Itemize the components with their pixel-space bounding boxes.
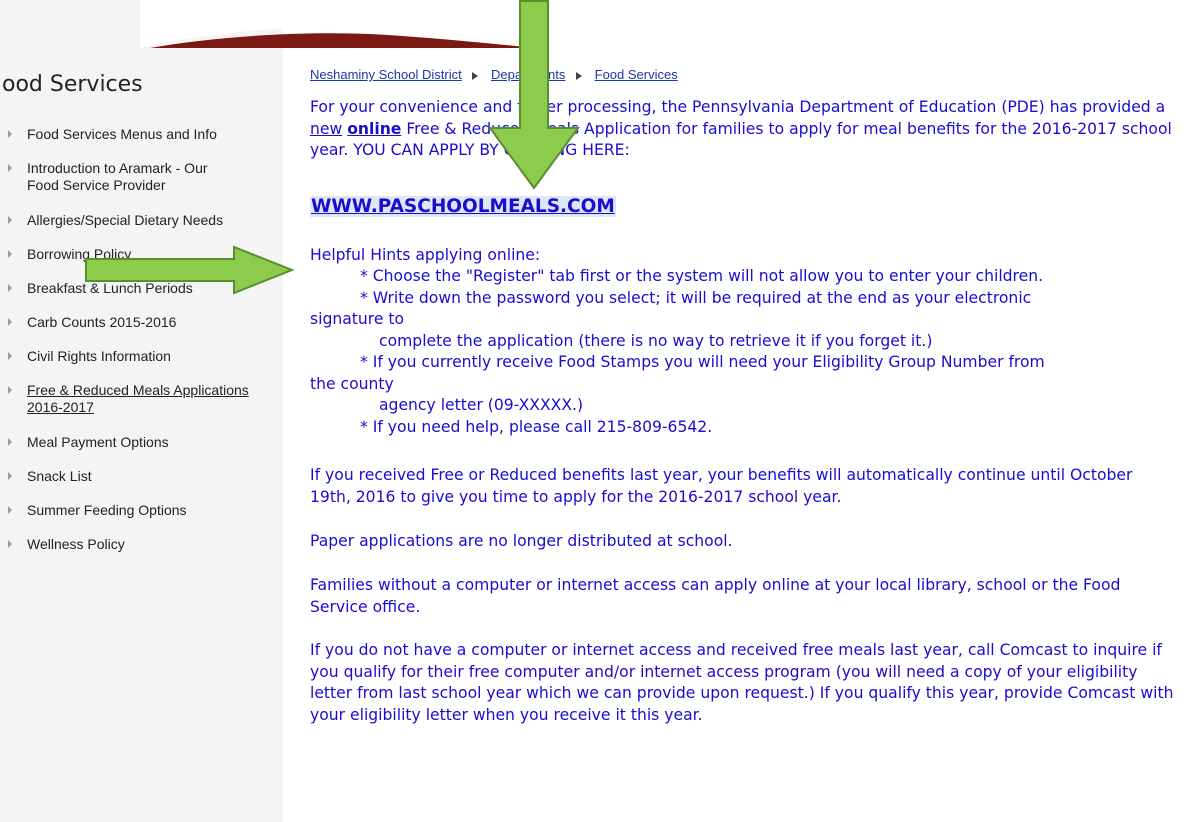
paper-applications-paragraph: Paper applications are no longer distrib… — [310, 532, 733, 550]
sidebar-item-snack-list[interactable]: Snack List — [0, 468, 275, 485]
sidebar-item-aramark[interactable]: Introduction to Aramark - Our Food Servi… — [0, 160, 275, 194]
breadcrumb-food-services-link[interactable]: Food Services — [595, 67, 678, 82]
intro-text-2: Free & Reduced Meals Application for fam… — [310, 119, 1172, 160]
bullet-arrow-icon — [8, 506, 12, 514]
bullet-arrow-icon — [8, 130, 12, 138]
sidebar-item-label: Snack List — [27, 468, 92, 484]
hint-food-stamps-cont: the county — [310, 375, 394, 393]
right-arrow-icon — [85, 245, 295, 295]
intro-text-1: For your convenience and faster processi… — [310, 98, 1166, 116]
hint-password-cont: signature to — [310, 310, 405, 328]
hint-help-phone: * If you need help, please call 215-809-… — [360, 418, 713, 436]
sidebar-item-label: Carb Counts 2015-2016 — [27, 314, 177, 330]
breadcrumb-district-link[interactable]: Neshaminy School District — [310, 67, 462, 82]
bullet-arrow-icon — [8, 250, 12, 258]
hint-register: * Choose the "Register" tab first or the… — [360, 267, 1044, 285]
sidebar-item-menus[interactable]: Food Services Menus and Info — [0, 126, 275, 143]
bullet-arrow-icon — [8, 472, 12, 480]
sidebar-item-label: Food Services Menus and Info — [27, 126, 217, 142]
bullet-arrow-icon — [8, 438, 12, 446]
new-link[interactable]: new — [310, 120, 342, 138]
breadcrumb-separator-icon — [472, 71, 479, 80]
bullet-arrow-icon — [8, 318, 12, 326]
sidebar-item-label: Free & Reduced Meals Applications 2016-2… — [27, 382, 249, 415]
sidebar-item-free-reduced[interactable]: Free & Reduced Meals Applications 2016-2… — [0, 382, 275, 416]
sidebar-item-meal-payment[interactable]: Meal Payment Options — [0, 434, 275, 451]
sidebar-item-carb-counts[interactable]: Carb Counts 2015-2016 — [0, 314, 275, 331]
hint-password-cont2: complete the application (there is no wa… — [379, 332, 933, 350]
sidebar-item-label: Wellness Policy — [27, 536, 125, 552]
hint-food-stamps: * If you currently receive Food Stamps y… — [360, 353, 1045, 371]
header-swoosh — [140, 0, 540, 48]
sidebar-item-label: Allergies/Special Dietary Needs — [27, 212, 224, 228]
sidebar-title: ood Services — [2, 72, 143, 97]
intro-paragraph: For your convenience and faster processi… — [310, 97, 1180, 162]
sidebar-item-wellness[interactable]: Wellness Policy — [0, 536, 275, 553]
hints-heading: Helpful Hints applying online: — [310, 246, 541, 264]
hint-food-stamps-cont2: agency letter (09-XXXXX.) — [379, 396, 584, 414]
sidebar-item-label: Introduction to Aramark - Our Food Servi… — [27, 160, 208, 193]
bullet-arrow-icon — [8, 216, 12, 224]
families-access-paragraph: Families without a computer or internet … — [310, 576, 1121, 616]
bullet-arrow-icon — [8, 386, 12, 394]
bullet-arrow-icon — [8, 352, 12, 360]
continue-benefits-paragraph: If you received Free or Reduced benefits… — [310, 466, 1133, 506]
bullet-arrow-icon — [8, 164, 12, 172]
sidebar-item-label: Meal Payment Options — [27, 434, 169, 450]
sidebar-item-label: Summer Feeding Options — [27, 502, 187, 518]
sidebar-item-allergies[interactable]: Allergies/Special Dietary Needs — [0, 212, 275, 229]
online-emphasis: online — [347, 119, 402, 138]
sidebar-item-summer-feeding[interactable]: Summer Feeding Options — [0, 502, 275, 519]
bullet-arrow-icon — [8, 284, 12, 292]
sidebar-item-label: Civil Rights Information — [27, 348, 171, 364]
paschoolmeals-link[interactable]: WWW.PASCHOOLMEALS.COM — [310, 196, 616, 217]
sidebar-item-civil-rights[interactable]: Civil Rights Information — [0, 348, 275, 365]
down-arrow-icon — [488, 0, 580, 190]
comcast-paragraph: If you do not have a computer or interne… — [310, 641, 1174, 724]
hint-password: * Write down the password you select; it… — [360, 289, 1032, 307]
bullet-arrow-icon — [8, 540, 12, 548]
